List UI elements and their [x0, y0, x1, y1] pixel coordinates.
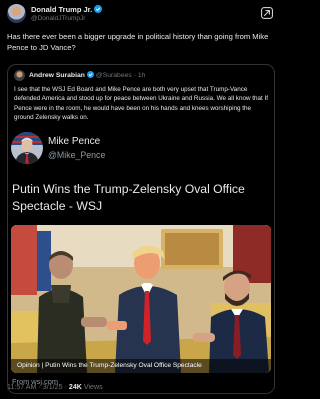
article-headline: Putin Wins the Trump-Zelensky Oval Offic…	[12, 182, 245, 213]
verified-badge-icon	[86, 71, 94, 78]
pence-avatar	[11, 132, 43, 164]
quote-author-name: Andrew Surabian	[29, 72, 85, 79]
quote-author-handle: @Surabees	[95, 72, 132, 79]
view-count: 24K	[68, 383, 82, 391]
pence-portrait-icon	[11, 132, 43, 164]
quote-text: I see that the WSJ Ed Board and Mike Pen…	[14, 86, 269, 122]
views-label: Views	[83, 383, 103, 391]
quote-timestamp: 1h	[137, 72, 146, 79]
post-time[interactable]: 11:57 AM	[7, 383, 36, 391]
embedded-post-image: Mike Pence @Mike_Pence Putin Wins the Tr…	[8, 125, 274, 393]
meta-separator: ·	[38, 383, 41, 391]
meta-separator: ·	[64, 383, 67, 391]
author-handle[interactable]: @DonaldJTrumpJr	[31, 15, 85, 22]
photo-caption: Opinion | Putin Wins the Trump-Zelensky …	[11, 359, 271, 373]
article-photo: Opinion | Putin Wins the Trump-Zelensky …	[11, 225, 271, 373]
grok-icon[interactable]	[261, 7, 273, 19]
post-meta: 11:57 AM · 3/1/25 · 24K Views	[7, 383, 103, 391]
author-name-row[interactable]: Donald Trump Jr.	[31, 5, 103, 14]
post-header: Donald Trump Jr. @DonaldJTrumpJr	[7, 3, 273, 25]
post-date[interactable]: 3/1/25	[43, 383, 63, 391]
embedded-author-name: Mike Pence	[48, 136, 101, 147]
verified-badge-icon	[94, 5, 103, 13]
quote-author-row: Andrew Surabian @Surabees · 1h	[29, 71, 145, 79]
author-name[interactable]: Donald Trump Jr.	[31, 5, 92, 14]
post-text: Has there ever been a bigger upgrade in …	[7, 32, 269, 52]
oval-office-photo-image	[11, 225, 271, 373]
quote-author-avatar	[14, 70, 25, 81]
quote-tweet-card[interactable]: Andrew Surabian @Surabees · 1h I see tha…	[7, 64, 275, 394]
meta-separator: ·	[133, 72, 136, 79]
embedded-author-handle: @Mike_Pence	[48, 150, 106, 160]
author-avatar[interactable]	[7, 4, 26, 23]
